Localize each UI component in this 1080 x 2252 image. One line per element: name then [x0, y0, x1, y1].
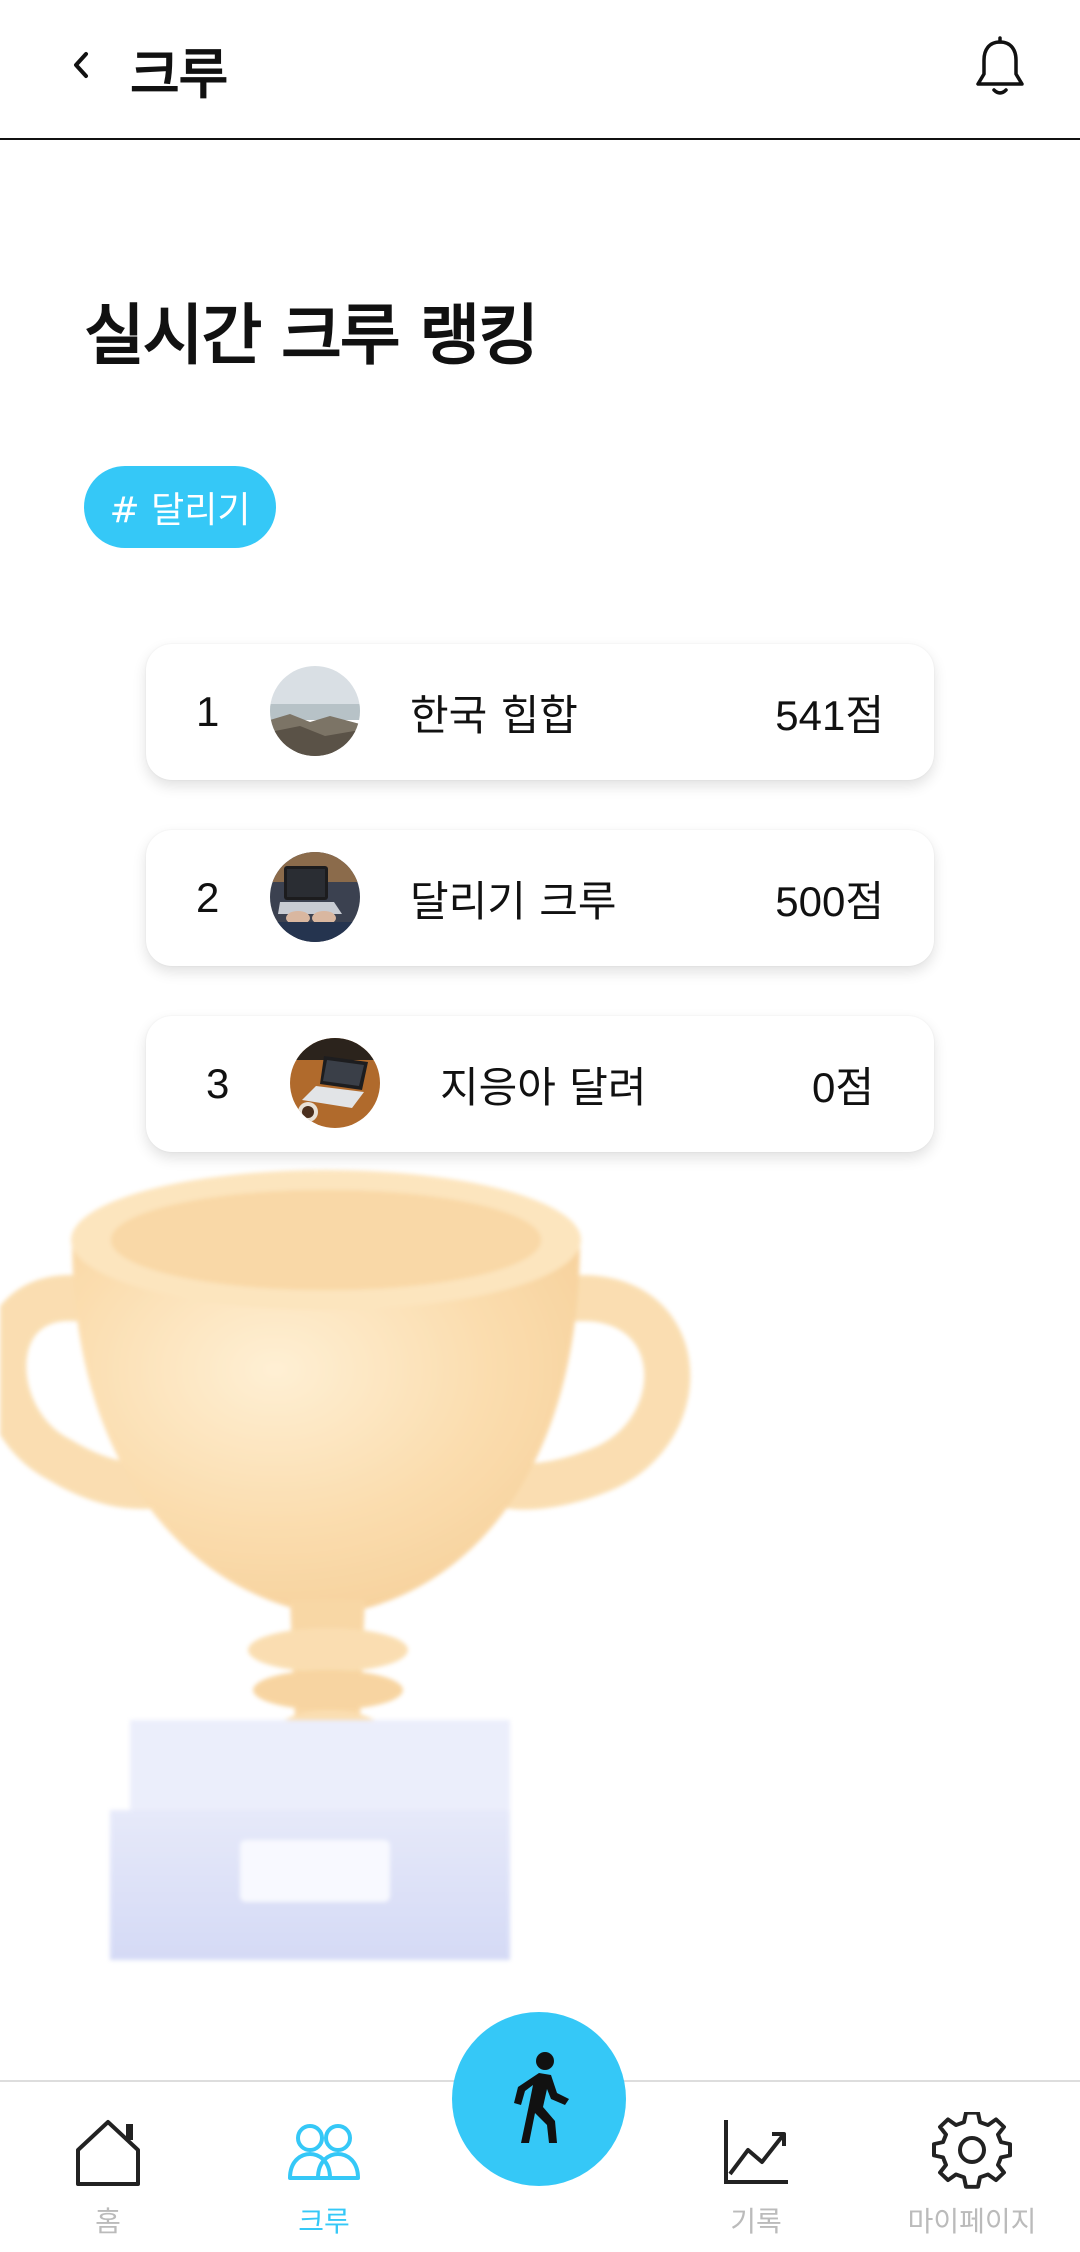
chart-icon — [724, 2120, 788, 2184]
home-icon — [76, 2120, 140, 2186]
notification-button[interactable] — [972, 36, 1028, 100]
crew-avatar — [270, 852, 360, 942]
users-icon — [288, 2124, 360, 2180]
nav-mypage[interactable]: 마이페이지 — [892, 2082, 1052, 2252]
crew-score: 500점 — [775, 877, 884, 925]
crew-score: 541점 — [775, 691, 884, 739]
ranking-card[interactable]: 3 지응아 달려 0점 — [146, 1016, 934, 1152]
category-tag[interactable]: # 달리기 — [84, 466, 276, 548]
walking-person-icon — [514, 2052, 569, 2143]
back-button[interactable] — [56, 40, 106, 90]
nav-label: 크루 — [298, 2205, 350, 2238]
section-title: 실시간 크루 랭킹 — [84, 297, 539, 374]
nav-label: 마이페이지 — [907, 2205, 1037, 2238]
chevron-left-icon — [74, 52, 88, 78]
bell-icon — [976, 36, 1024, 95]
crew-name: 달리기 크루 — [410, 876, 617, 926]
crew-score: 0점 — [812, 1063, 874, 1111]
rank-number: 3 — [206, 1060, 230, 1107]
crew-avatar — [270, 666, 360, 756]
nav-label: 홈 — [95, 2205, 121, 2238]
nav-home[interactable]: 홈 — [28, 2082, 188, 2252]
ranking-card[interactable]: 1 한국 힙합 541점 — [146, 644, 934, 780]
app-header: 크루 — [0, 0, 1080, 140]
nav-record[interactable]: 기록 — [676, 2082, 836, 2252]
rank-number: 2 — [196, 874, 220, 921]
start-run-button[interactable] — [452, 2012, 626, 2186]
crew-name: 한국 힙합 — [410, 690, 578, 740]
ranking-card[interactable]: 2 달리기 크루 500점 — [146, 830, 934, 966]
crew-name: 지응아 달려 — [440, 1062, 647, 1112]
rank-number: 1 — [196, 688, 220, 735]
nav-label: 기록 — [730, 2205, 782, 2238]
nav-crew[interactable]: 크루 — [244, 2082, 404, 2252]
trophy-illustration — [0, 1170, 691, 1960]
crew-avatar — [290, 1038, 380, 1128]
gear-icon — [932, 2112, 1012, 2189]
page-title: 크루 — [130, 43, 228, 106]
